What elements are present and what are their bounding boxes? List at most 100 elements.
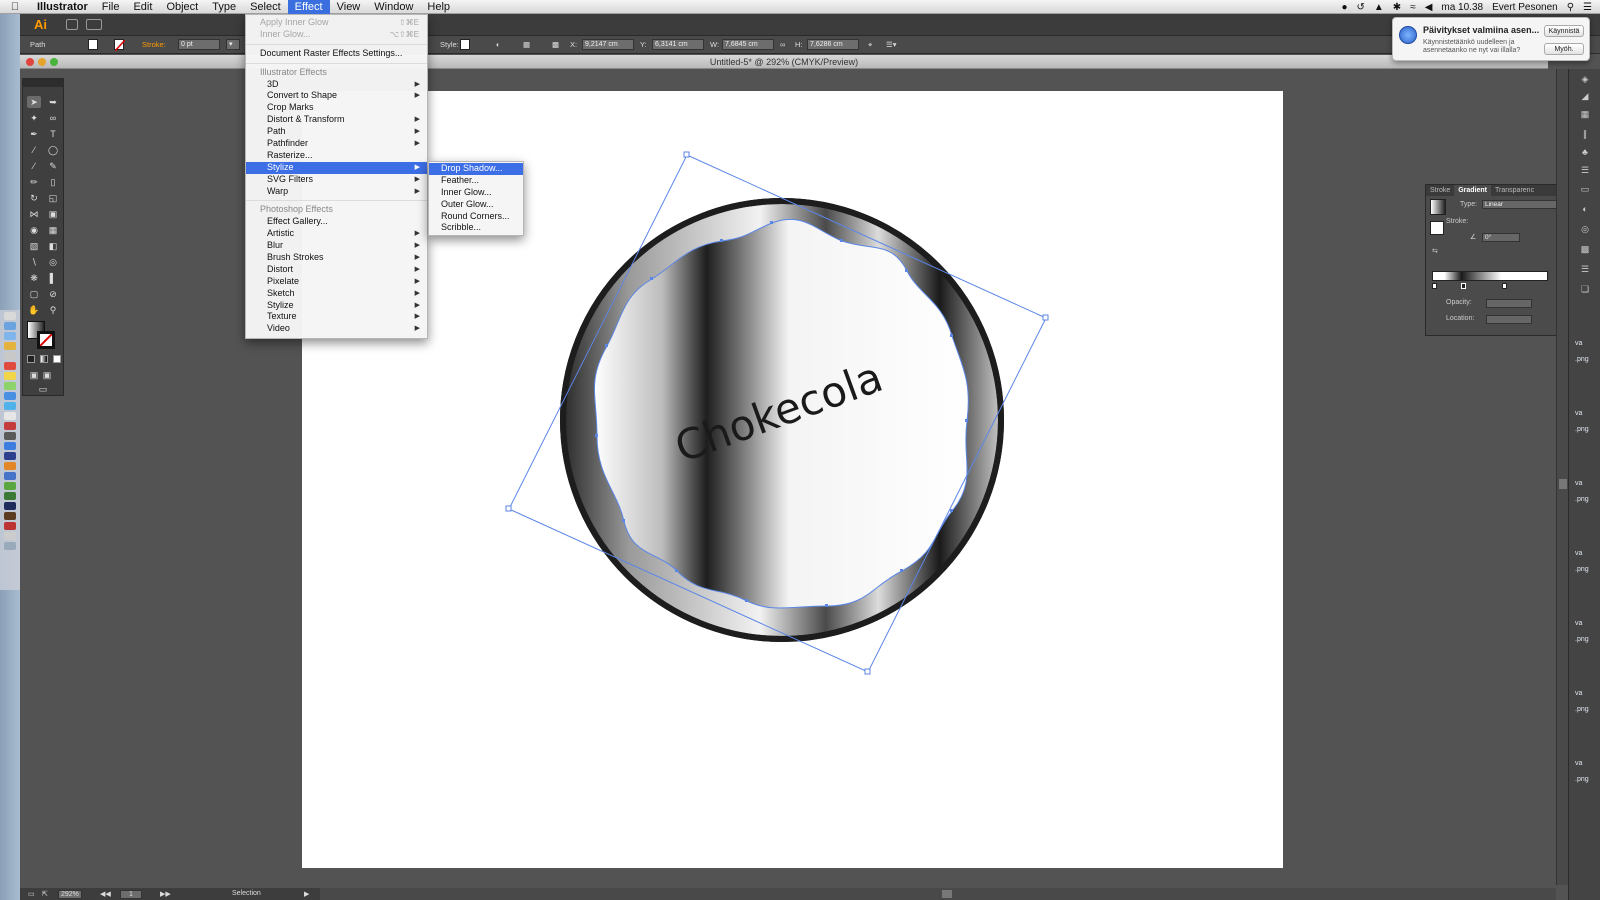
dock-safari-icon[interactable] bbox=[4, 332, 16, 340]
first-artboard-icon[interactable]: ◀◀ bbox=[100, 890, 111, 898]
bluetooth-icon[interactable]: ✱ bbox=[1393, 2, 1401, 13]
menu-app[interactable]: Illustrator bbox=[30, 0, 95, 14]
menu-item-last-effect[interactable]: Inner Glow... ⌥⇧⌘E bbox=[246, 29, 427, 41]
view-options-icon[interactable]: ⇱ bbox=[42, 890, 48, 898]
desktop-file-label[interactable]: .png bbox=[1575, 706, 1600, 713]
artboards-panel-icon[interactable]: ❏ bbox=[1579, 284, 1591, 295]
shape-builder-tool-icon[interactable]: ◉ bbox=[27, 224, 41, 236]
submenu-item-scribble[interactable]: Scribble... bbox=[429, 222, 523, 234]
graphic-style-swatch[interactable] bbox=[460, 39, 470, 50]
desktop-file-label[interactable]: va bbox=[1575, 690, 1600, 697]
menu-item-distort-transform[interactable]: Distort & Transform ▶ bbox=[246, 114, 427, 126]
bridge-icon[interactable] bbox=[66, 19, 78, 30]
menu-item-ps-effect-gallery[interactable]: Effect Gallery... bbox=[246, 216, 427, 228]
stroke-swatch[interactable] bbox=[114, 39, 126, 52]
tools-panel-grip[interactable] bbox=[23, 79, 63, 87]
horizontal-scrollbar[interactable] bbox=[320, 888, 1556, 900]
dock-launchpad-icon[interactable] bbox=[4, 322, 16, 330]
slice-tool-icon[interactable]: ⊘ bbox=[46, 288, 60, 300]
menu-item-path[interactable]: Path ▶ bbox=[246, 126, 427, 138]
notification-bell-icon[interactable]: ● bbox=[1341, 2, 1347, 13]
user-name[interactable]: Evert Pesonen bbox=[1492, 2, 1558, 13]
artboard-tool-icon[interactable]: ▢ bbox=[27, 288, 41, 300]
constrain-link-icon[interactable]: ∞ bbox=[780, 39, 785, 50]
stroke-weight-dropdown[interactable]: ▾ bbox=[226, 39, 240, 50]
dock-acrobat-icon[interactable] bbox=[4, 522, 16, 530]
submenu-item-inner-glow[interactable]: Inner Glow... bbox=[429, 187, 523, 199]
free-transform-tool-icon[interactable]: ▣ bbox=[46, 208, 60, 220]
selection-tool-icon[interactable]: ➤ bbox=[27, 96, 41, 108]
later-button[interactable]: Myöh. bbox=[1544, 43, 1584, 55]
minimize-window-button[interactable] bbox=[38, 58, 46, 66]
menu-window[interactable]: Window bbox=[367, 0, 420, 14]
desktop-file-label[interactable]: .png bbox=[1575, 566, 1600, 573]
isolate-icon[interactable]: ⌖ bbox=[868, 39, 872, 50]
bounding-box-handle[interactable] bbox=[505, 505, 512, 512]
tab-transparency[interactable]: Transparenc bbox=[1491, 185, 1538, 196]
arrange-documents-icon[interactable] bbox=[86, 19, 102, 30]
transparency-panel-icon[interactable]: ◐ bbox=[1579, 204, 1591, 215]
user-lock-icon[interactable]: ▲ bbox=[1374, 2, 1384, 13]
width-field[interactable]: 7,6845 cm bbox=[722, 39, 774, 50]
line-tool-icon[interactable]: ⁄ bbox=[27, 144, 41, 156]
vertical-scroll-thumb[interactable] bbox=[1559, 479, 1567, 489]
dock-illustrator-icon[interactable] bbox=[4, 512, 16, 520]
clock[interactable]: ma 10.38 bbox=[1441, 2, 1483, 13]
scale-tool-icon[interactable]: ◱ bbox=[46, 192, 60, 204]
gradient-mode-icon[interactable] bbox=[40, 355, 48, 363]
desktop-file-label[interactable]: .png bbox=[1575, 426, 1600, 433]
notification-center-icon[interactable]: ☰ bbox=[1583, 2, 1592, 13]
desktop-file-label[interactable]: .png bbox=[1575, 776, 1600, 783]
swatches-panel-icon[interactable]: ▦ bbox=[1579, 109, 1591, 120]
submenu-item-outer-glow[interactable]: Outer Glow... bbox=[429, 199, 523, 211]
gradient-preview-swatch[interactable] bbox=[1430, 199, 1446, 215]
type-tool-icon[interactable]: T bbox=[46, 128, 60, 140]
y-field[interactable]: 6,3141 cm bbox=[652, 39, 704, 50]
dock-premiere-icon[interactable] bbox=[4, 502, 16, 510]
menu-item-pathfinder[interactable]: Pathfinder ▶ bbox=[246, 138, 427, 150]
menu-item-convert-to-shape[interactable]: Convert to Shape ▶ bbox=[246, 90, 427, 102]
layers-panel-icon[interactable]: ☰ bbox=[1579, 264, 1591, 275]
volume-icon[interactable]: ◀ bbox=[1425, 2, 1433, 13]
menu-item-ps-brush-strokes[interactable]: Brush Strokes ▶ bbox=[246, 252, 427, 264]
desktop-file-label[interactable]: va bbox=[1575, 760, 1600, 767]
align-icon[interactable]: ▦ bbox=[523, 39, 530, 50]
desktop-file-label[interactable]: va bbox=[1575, 620, 1600, 627]
menu-item-ps-stylize[interactable]: Stylize ▶ bbox=[246, 300, 427, 312]
eraser-tool-icon[interactable]: ▯ bbox=[46, 176, 60, 188]
dock-terminal-icon[interactable] bbox=[4, 432, 16, 440]
menu-item-3d[interactable]: 3D ▶ bbox=[246, 79, 427, 91]
artboard-navigation-field[interactable]: 1 bbox=[120, 890, 142, 899]
dock-word-icon[interactable] bbox=[4, 472, 16, 480]
symbols-panel-icon[interactable]: ♣ bbox=[1579, 147, 1591, 158]
gradient-slider[interactable] bbox=[1432, 271, 1548, 281]
menu-item-ps-distort[interactable]: Distort ▶ bbox=[246, 264, 427, 276]
zoom-tool-icon[interactable]: ⚲ bbox=[46, 304, 60, 316]
zoom-window-button[interactable] bbox=[50, 58, 58, 66]
dock-facetime-icon[interactable] bbox=[4, 392, 16, 400]
symbol-sprayer-tool-icon[interactable]: ❋ bbox=[27, 272, 41, 284]
dock-calendar-icon[interactable] bbox=[4, 362, 16, 370]
blend-tool-icon[interactable]: ◎ bbox=[46, 256, 60, 268]
dock-mail-icon[interactable] bbox=[4, 342, 16, 350]
zoom-field[interactable]: 292% bbox=[58, 890, 82, 899]
menu-item-apply-last-effect[interactable]: Apply Inner Glow ⇧⌘E bbox=[246, 17, 427, 29]
gradient-stop[interactable] bbox=[1502, 283, 1507, 289]
menu-help[interactable]: Help bbox=[420, 0, 457, 14]
dock-photos-icon[interactable] bbox=[4, 412, 16, 420]
mesh-tool-icon[interactable]: ▧ bbox=[27, 240, 41, 252]
desktop-file-label[interactable]: .png bbox=[1575, 636, 1600, 643]
menu-effect[interactable]: Effect bbox=[287, 0, 330, 14]
wifi-icon[interactable]: ≈ bbox=[1410, 2, 1416, 13]
stroke-weight-field[interactable]: 0 pt bbox=[178, 39, 220, 50]
dock-finder-icon[interactable] bbox=[4, 312, 16, 320]
bounding-box-handle[interactable] bbox=[864, 668, 871, 675]
screen-mode-icon[interactable]: ▭ bbox=[36, 383, 50, 395]
location-field[interactable] bbox=[1486, 315, 1532, 324]
dock-photoshop-icon[interactable] bbox=[4, 452, 16, 460]
horizontal-scroll-thumb[interactable] bbox=[942, 890, 952, 898]
reverse-gradient-icon[interactable]: ⇆ bbox=[1432, 247, 1438, 255]
status-menu-icon[interactable]: ▶ bbox=[304, 890, 309, 898]
rotate-tool-icon[interactable]: ↻ bbox=[27, 192, 41, 204]
recolor-icon[interactable]: ◐ bbox=[496, 39, 501, 50]
